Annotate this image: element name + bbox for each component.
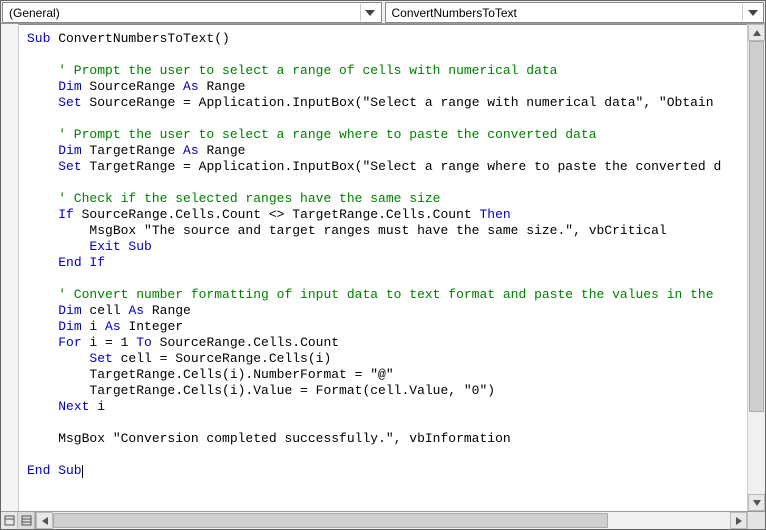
hscroll-track[interactable] [53, 512, 730, 529]
scroll-left-button[interactable] [36, 512, 53, 529]
vscroll-thumb[interactable] [749, 41, 764, 412]
procedure-dropdown-label: ConvertNumbersToText [392, 6, 517, 20]
code-pane[interactable]: Sub ConvertNumbersToText() ' Prompt the … [19, 24, 747, 511]
chevron-down-icon [360, 4, 377, 21]
procedure-dropdown[interactable]: ConvertNumbersToText [385, 2, 765, 23]
chevron-down-icon [742, 4, 759, 21]
scroll-right-button[interactable] [730, 512, 747, 529]
bottom-bar [1, 511, 765, 529]
object-dropdown-label: (General) [9, 6, 60, 20]
margin-indicator-bar [1, 24, 19, 511]
hscroll-thumb[interactable] [53, 513, 608, 528]
scroll-down-button[interactable] [748, 494, 765, 511]
full-module-view-button[interactable] [18, 512, 35, 529]
object-procedure-bar: (General) ConvertNumbersToText [1, 1, 765, 24]
vbe-code-window: { "dropdowns": { "object": "(General)", … [0, 0, 766, 530]
vertical-scrollbar[interactable] [747, 24, 765, 511]
text-caret [82, 465, 83, 478]
view-mode-buttons [1, 512, 36, 529]
editor-area: Sub ConvertNumbersToText() ' Prompt the … [1, 24, 765, 511]
vscroll-track[interactable] [748, 41, 765, 494]
scroll-up-button[interactable] [748, 24, 765, 41]
horizontal-scrollbar[interactable] [36, 512, 747, 529]
procedure-view-button[interactable] [1, 512, 18, 529]
code-text[interactable]: Sub ConvertNumbersToText() ' Prompt the … [19, 25, 747, 511]
object-dropdown[interactable]: (General) [2, 2, 382, 23]
scrollbar-corner [747, 512, 765, 529]
